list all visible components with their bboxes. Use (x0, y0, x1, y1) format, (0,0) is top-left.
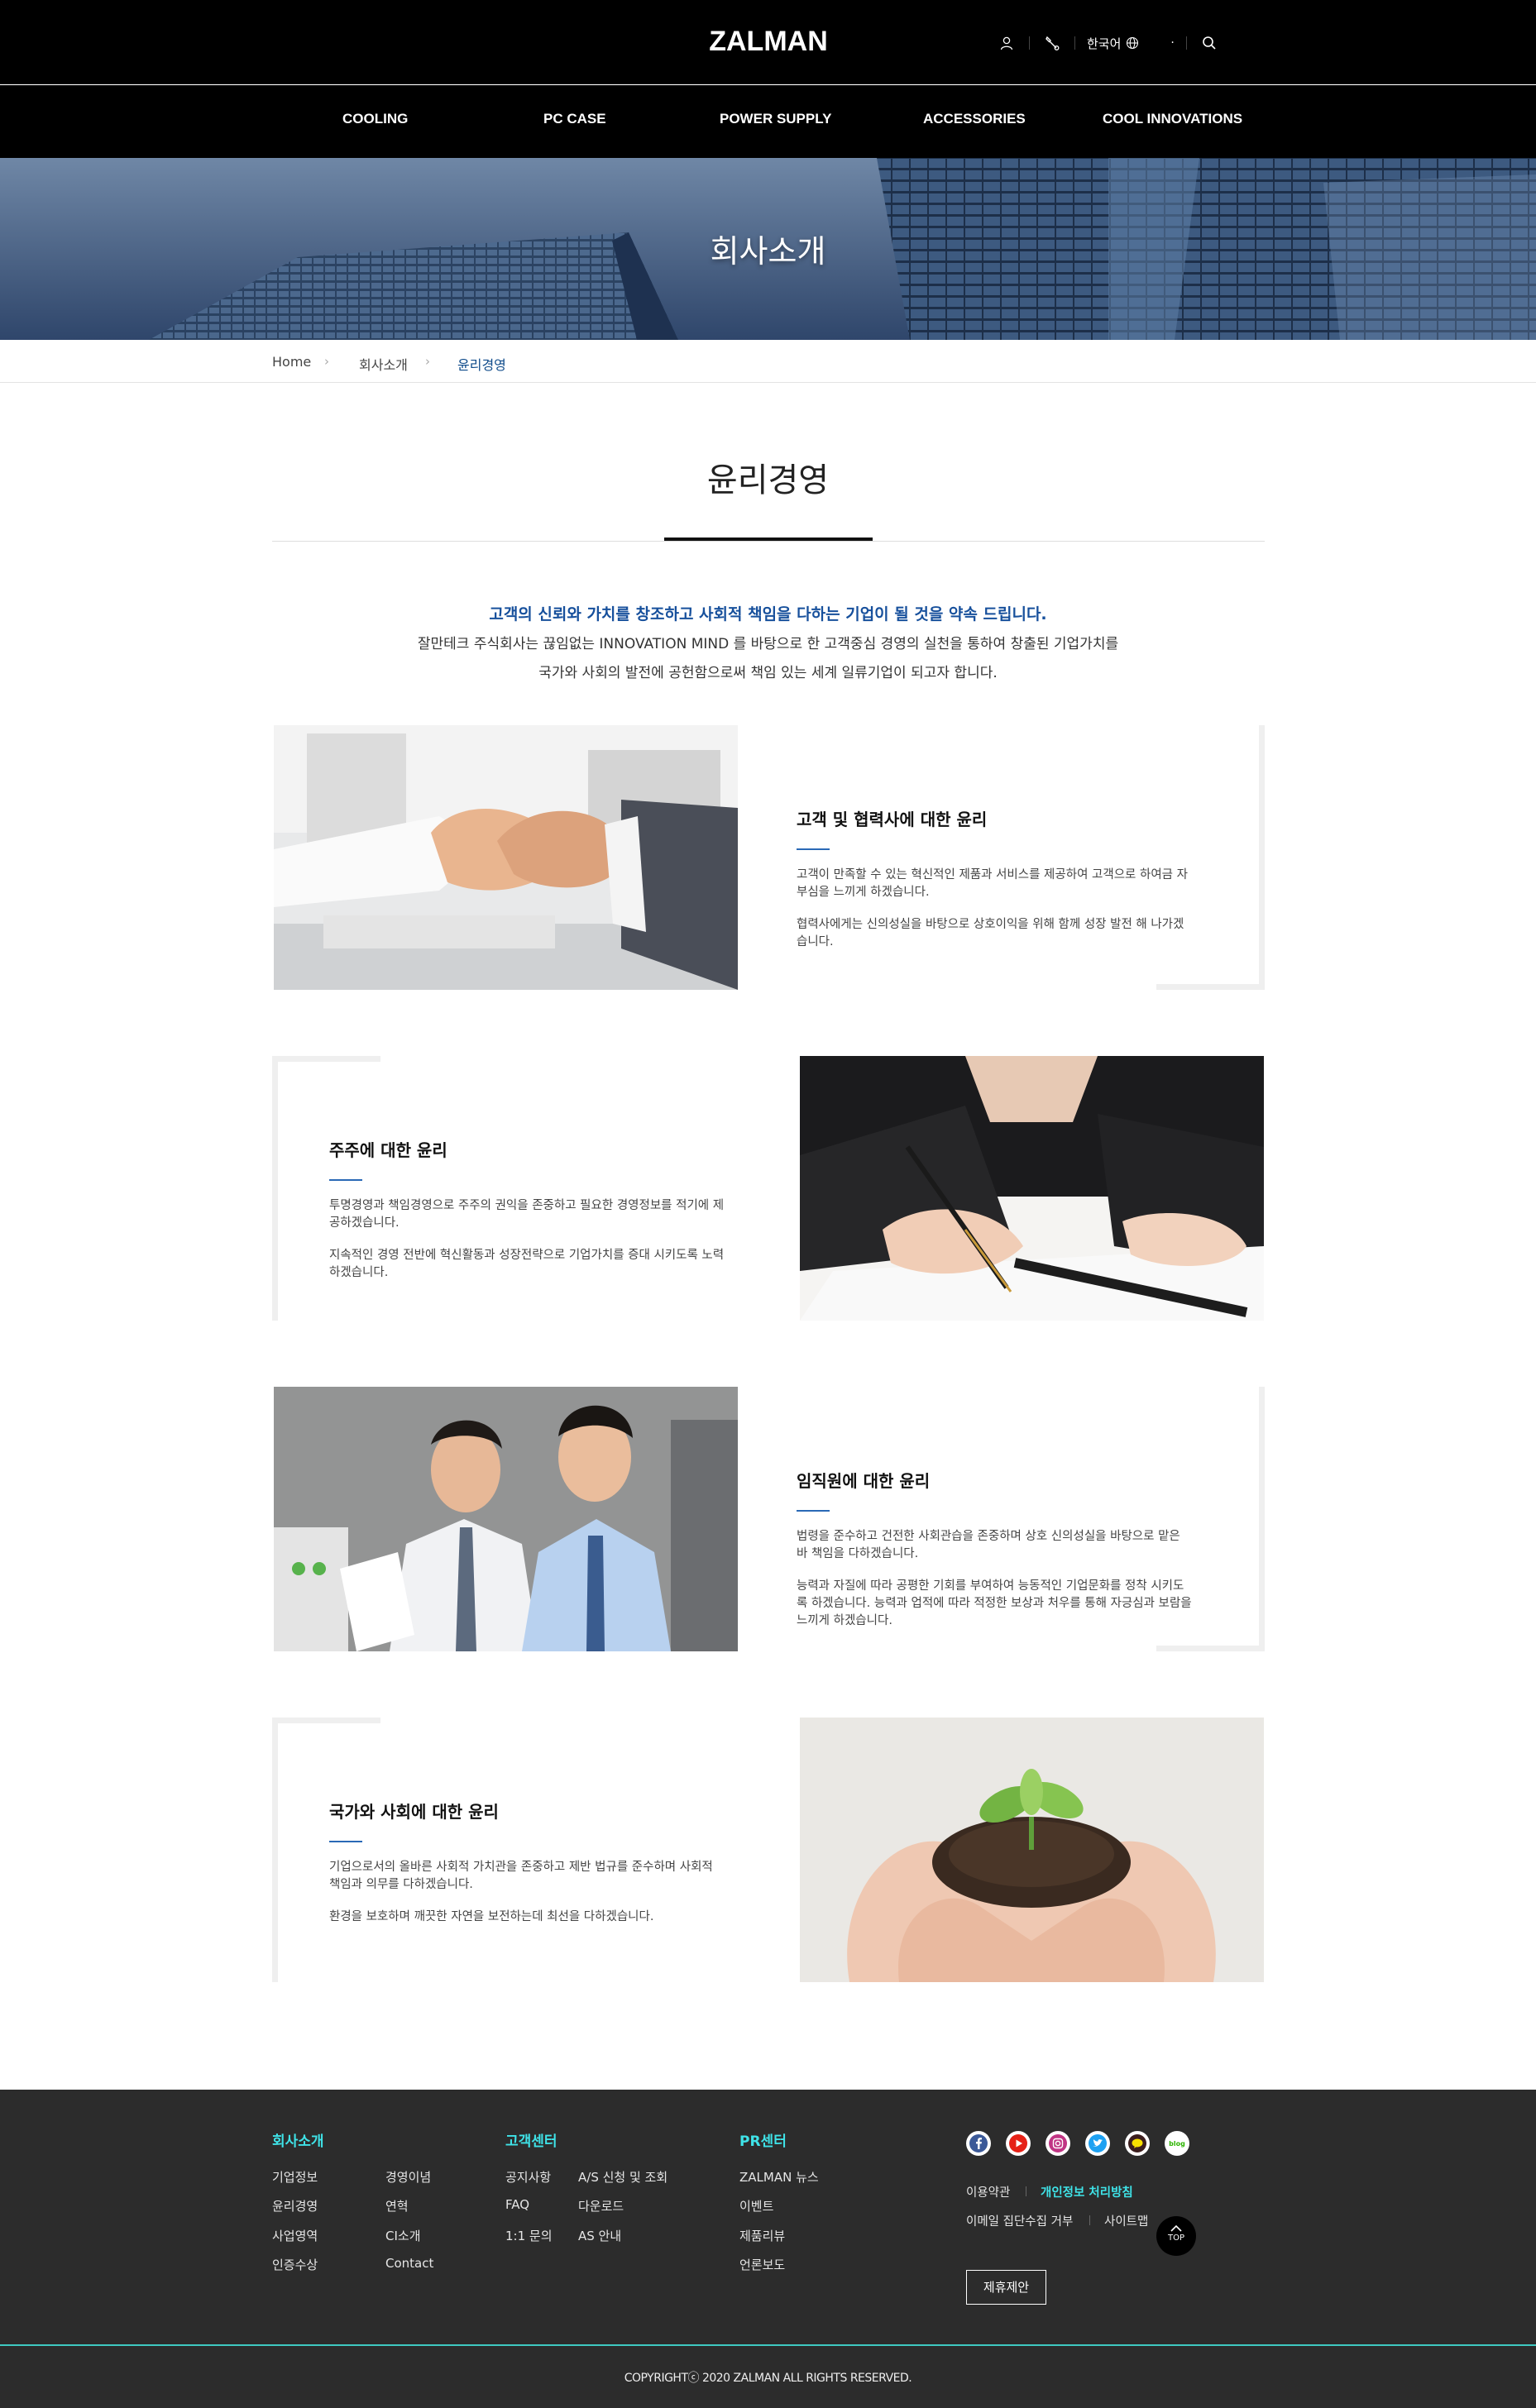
block-paragraph: 능력과 자질에 따라 공평한 기회를 부여하여 능동적인 기업문화를 정착 시키… (797, 1579, 1192, 1627)
terms-link[interactable]: 이용약관 (966, 2183, 1010, 2200)
footer-heading-company[interactable]: 회사소개 (272, 2129, 324, 2150)
block-title: 국가와 사회에 대한 윤리 (329, 1802, 499, 1822)
partnership-button[interactable]: 제휴제안 (966, 2270, 1046, 2305)
footer-link[interactable]: FAQ (505, 2197, 529, 2212)
facebook-icon[interactable] (966, 2131, 991, 2156)
footer-link[interactable]: Contact (385, 2256, 433, 2271)
block-title: 임직원에 대한 윤리 (797, 1471, 931, 1491)
footer-link[interactable]: 제품리뷰 (739, 2227, 785, 2244)
intro-text-line-2: 국가와 사회의 발전에 공헌함으로써 책임 있는 세계 일류기업이 되고자 합니… (538, 665, 998, 681)
signing-document-image (800, 1056, 1264, 1321)
breadcrumb-company[interactable]: 회사소개 (359, 354, 408, 374)
chevron-up-icon (1170, 2225, 1182, 2232)
chevron-right-icon: › (425, 354, 430, 369)
privacy-policy-link[interactable]: 개인정보 처리방침 (1041, 2183, 1133, 2200)
nav-power-supply[interactable]: POWER SUPPLY (720, 111, 831, 127)
back-to-top-button[interactable]: TOP (1156, 2216, 1196, 2256)
search-icon[interactable] (1199, 32, 1220, 54)
footer-link[interactable]: 인증수상 (272, 2256, 318, 2273)
block-dash (329, 1841, 362, 1842)
footer-link[interactable]: 연혁 (385, 2197, 409, 2214)
language-label: 한국어 (1087, 36, 1122, 51)
utility-menu: 한국어 · (996, 31, 1220, 55)
block-paragraph: 법령을 준수하고 건전한 사회관습을 존중하며 상호 신의성실을 바탕으로 맡은… (797, 1530, 1180, 1560)
ethics-block-shareholder: 주주에 대한 윤리 투명경영과 책임경영으로 주주의 권익을 존중하고 필요한 … (329, 1137, 726, 1297)
nav-pc-case[interactable]: PC CASE (543, 111, 606, 127)
instagram-icon[interactable] (1046, 2131, 1070, 2156)
footer-link[interactable]: 경영이념 (385, 2168, 431, 2186)
block-dash (797, 848, 830, 850)
breadcrumb-current: 윤리경영 (457, 357, 506, 373)
block-paragraph: 기업으로서의 올바른 사회적 가치관을 존중하고 제반 법규를 준수하며 사회적… (329, 1861, 713, 1891)
footer-link[interactable]: 기업정보 (272, 2168, 318, 2186)
utility-divider (1185, 36, 1187, 50)
policy-divider (1089, 2215, 1090, 2225)
intro-text-line-1: 잘만테크 주식회사는 끊임없는 INNOVATION MIND 를 바탕으로 한… (417, 636, 1119, 652)
banner-title: 회사소개 (710, 233, 826, 270)
copyright: COPYRIGHTⓒ 2020 ZALMAN ALL RIGHTS RESERV… (624, 2372, 912, 2385)
breadcrumb-home[interactable]: Home (272, 354, 311, 370)
blog-icon[interactable]: blog (1165, 2131, 1189, 2156)
footer-divider (0, 2344, 1536, 2346)
top-header: ZALMAN 한국어 · (0, 0, 1536, 84)
twitter-icon[interactable] (1085, 2131, 1110, 2156)
footer-heading-support[interactable]: 고객센터 (505, 2129, 557, 2150)
footer-link[interactable]: A/S 신청 및 조회 (578, 2168, 668, 2186)
block-paragraph: 협력사에게는 신의성실을 바탕으로 상호이익을 위해 함께 성장 발전 해 나가… (797, 918, 1184, 948)
block-paragraph: 환경을 보호하며 깨끗한 자연을 보전하는데 최선을 다하겠습니다. (329, 1910, 654, 1923)
wrench-icon[interactable] (1041, 32, 1063, 54)
block-paragraph: 지속적인 경영 전반에 혁신활동과 성장전략으로 기업가치를 증대 시키도록 노… (329, 1249, 725, 1279)
block-dash (797, 1510, 830, 1512)
chevron-right-icon: › (324, 354, 329, 369)
employees-image (274, 1387, 738, 1651)
sprout-hands-image (800, 1718, 1264, 1982)
sitemap-link[interactable]: 사이트맵 (1104, 2212, 1148, 2229)
language-selector[interactable]: 한국어 (1087, 35, 1139, 52)
kakaotalk-icon[interactable] (1125, 2131, 1150, 2156)
title-divider (272, 541, 1265, 542)
footer-link[interactable]: 윤리경영 (272, 2197, 318, 2214)
intro-headline: 고객의 신뢰와 가치를 창조하고 사회적 책임을 다하는 기업이 될 것을 약속… (489, 605, 1047, 624)
utility-divider (1029, 36, 1030, 50)
main-navigation: COOLING PC CASE POWER SUPPLY ACCESSORIES… (0, 85, 1536, 158)
footer-heading-pr[interactable]: PR센터 (739, 2129, 787, 2150)
footer-link[interactable]: 다운로드 (578, 2197, 624, 2214)
handshake-image (274, 725, 738, 990)
footer-link[interactable]: 이벤트 (739, 2197, 773, 2214)
ethics-block-employee: 임직원에 대한 윤리 법령을 준수하고 건전한 사회관습을 존중하며 상호 신의… (797, 1468, 1194, 1645)
block-title: 고객 및 협력사에 대한 윤리 (797, 810, 988, 829)
footer-link[interactable]: 1:1 문의 (505, 2227, 553, 2244)
nav-cooling[interactable]: COOLING (342, 111, 408, 127)
block-paragraph: 투명경영과 책임경영으로 주주의 권익을 존중하고 필요한 경영정보를 적기에 … (329, 1199, 725, 1230)
footer-link[interactable]: 언론보도 (739, 2256, 785, 2273)
globe-icon (1127, 36, 1139, 50)
blog-icon-label: blog (1169, 2139, 1185, 2148)
footer-link[interactable]: 사업영역 (272, 2227, 318, 2244)
site-footer: 회사소개 기업정보 윤리경영 사업영역 인증수상 경영이념 연혁 CI소개 Co… (0, 2090, 1536, 2408)
footer-link[interactable]: ZALMAN 뉴스 (739, 2168, 819, 2186)
page-title: 윤리경영 (706, 461, 830, 499)
nav-accessories[interactable]: ACCESSORIES (923, 111, 1026, 127)
nav-cool-innovations[interactable]: COOL INNOVATIONS (1103, 111, 1242, 127)
footer-link[interactable]: 공지사항 (505, 2168, 551, 2186)
email-refusal-link[interactable]: 이메일 집단수집 거부 (966, 2212, 1073, 2229)
top-label: TOP (1167, 2234, 1184, 2243)
footer-link[interactable]: AS 안내 (578, 2227, 621, 2244)
ethics-block-customer: 고객 및 협력사에 대한 윤리 고객이 만족할 수 있는 혁신적인 제품과 서비… (797, 806, 1194, 966)
utility-dot: · (1170, 36, 1175, 50)
zalman-logo[interactable]: ZALMAN (708, 25, 829, 58)
sub-visual-banner: 회사소개 (0, 158, 1536, 340)
footer-link[interactable]: CI소개 (385, 2227, 421, 2244)
user-icon[interactable] (996, 32, 1017, 54)
ethics-block-society: 국가와 사회에 대한 윤리 기업으로서의 올바른 사회적 가치관을 존중하고 제… (329, 1799, 726, 1941)
block-title: 주주에 대한 윤리 (329, 1140, 447, 1160)
block-dash (329, 1179, 362, 1181)
block-paragraph: 고객이 만족할 수 있는 혁신적인 제품과 서비스를 제공하여 고객으로 하여금… (797, 868, 1188, 899)
youtube-icon[interactable] (1006, 2131, 1031, 2156)
breadcrumb: Home › 회사소개 › 윤리경영 (0, 340, 1536, 383)
utility-divider (1074, 36, 1075, 50)
title-underline (664, 538, 873, 541)
